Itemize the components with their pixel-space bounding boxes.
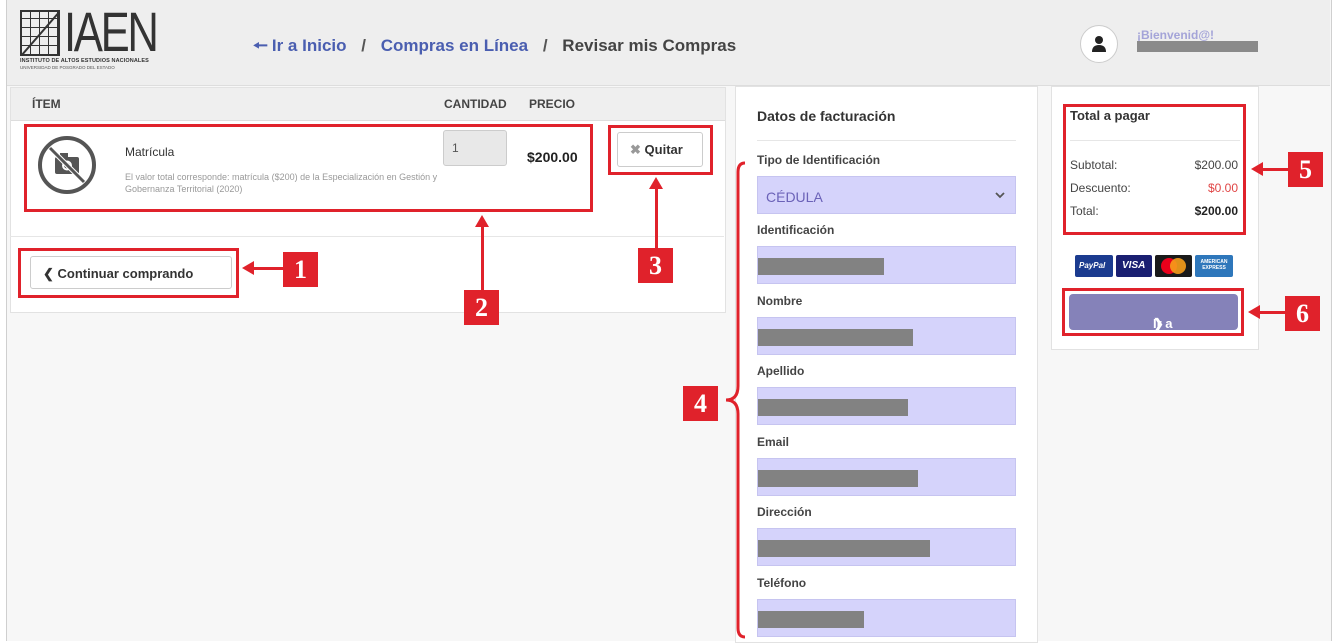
annotation-arrow bbox=[481, 226, 484, 290]
annotation-badge-4: 4 bbox=[683, 386, 718, 421]
cart-table-header: ÍTEM CANTIDAD PRECIO bbox=[11, 88, 725, 121]
col-quantity: CANTIDAD bbox=[444, 97, 507, 111]
redacted-value bbox=[758, 611, 864, 628]
redacted-value bbox=[758, 540, 930, 557]
highlight-continue-shopping bbox=[18, 248, 239, 298]
annotation-badge-1: 1 bbox=[283, 252, 318, 287]
email-label: Email bbox=[757, 435, 790, 449]
chevron-down-icon bbox=[995, 192, 1005, 199]
annotation-badge-3: 3 bbox=[638, 248, 673, 283]
annotation-brace bbox=[725, 161, 746, 639]
logo-word: IAEN bbox=[64, 0, 159, 63]
name-field[interactable] bbox=[757, 317, 1016, 355]
visa-icon: VISA bbox=[1116, 255, 1152, 277]
id-type-label: Tipo de Identificación bbox=[757, 153, 881, 167]
welcome-text: ¡Bienvenid@! bbox=[1137, 28, 1215, 42]
annotation-arrow bbox=[253, 267, 283, 270]
col-item: ÍTEM bbox=[32, 97, 61, 111]
email-field[interactable] bbox=[757, 458, 1016, 496]
redacted-value bbox=[758, 258, 884, 275]
redacted-value bbox=[758, 329, 913, 346]
highlight-totals bbox=[1063, 104, 1246, 235]
arrow-head-icon bbox=[475, 215, 489, 227]
billing-divider bbox=[757, 140, 1016, 141]
breadcrumb-current: Revisar mis Compras bbox=[562, 36, 737, 55]
address-label: Dirección bbox=[757, 505, 812, 519]
mastercard-icon bbox=[1155, 255, 1192, 277]
id-type-select[interactable]: CÉDULA bbox=[757, 176, 1016, 214]
arrow-left-icon: 🠔 bbox=[253, 36, 268, 55]
lastname-label: Apellido bbox=[757, 364, 805, 378]
breadcrumb-shop-link[interactable]: Compras en Línea bbox=[381, 36, 528, 55]
logo-diagonal bbox=[20, 10, 60, 56]
logo-subtitle: INSTITUTO DE ALTOS ESTUDIOS NACIONALES bbox=[20, 58, 149, 64]
arrow-head-icon bbox=[649, 177, 663, 189]
address-field[interactable] bbox=[757, 528, 1016, 566]
iaen-logo[interactable]: IAEN INSTITUTO DE ALTOS ESTUDIOS NACIONA… bbox=[20, 4, 180, 78]
annotation-badge-5: 5 bbox=[1288, 152, 1323, 187]
breadcrumb-home-link[interactable]: 🠔 Ir a Inicio bbox=[253, 36, 347, 55]
col-price: PRECIO bbox=[529, 97, 576, 111]
annotation-badge-6: 6 bbox=[1285, 296, 1320, 331]
paypal-icon: PayPal bbox=[1075, 255, 1113, 277]
breadcrumb-home-label: Ir a Inicio bbox=[271, 36, 347, 55]
redacted-value bbox=[758, 470, 918, 487]
highlight-pay-button bbox=[1062, 288, 1244, 336]
amex-icon: AMERICAN EXPRESS bbox=[1195, 255, 1233, 277]
phone-field[interactable] bbox=[757, 599, 1016, 637]
redacted-value bbox=[758, 399, 908, 416]
breadcrumb: 🠔 Ir a Inicio / Compras en Línea / Revisa… bbox=[253, 33, 736, 62]
highlight-remove-button bbox=[608, 125, 713, 175]
phone-label: Teléfono bbox=[757, 576, 807, 590]
id-label: Identificación bbox=[757, 223, 835, 237]
logo-subtitle-2: UNIVERSIDAD DE POSGRADO DEL ESTADO bbox=[20, 65, 115, 70]
lastname-field[interactable] bbox=[757, 387, 1016, 425]
billing-title: Datos de facturación bbox=[757, 108, 896, 124]
annotation-arrow bbox=[1262, 168, 1288, 171]
highlight-cart-item bbox=[24, 124, 593, 212]
name-label: Nombre bbox=[757, 294, 803, 308]
arrow-head-icon bbox=[242, 261, 254, 275]
annotation-arrow bbox=[1259, 311, 1285, 314]
user-avatar[interactable] bbox=[1080, 25, 1118, 63]
id-type-value: CÉDULA bbox=[766, 189, 823, 205]
cart-divider bbox=[10, 236, 724, 237]
arrow-head-icon bbox=[1251, 162, 1263, 176]
redacted-username bbox=[1137, 41, 1258, 52]
annotation-arrow bbox=[655, 188, 658, 248]
breadcrumb-separator: / bbox=[542, 36, 548, 55]
arrow-head-icon bbox=[1248, 305, 1260, 319]
annotation-badge-2: 2 bbox=[464, 290, 499, 325]
user-icon bbox=[1092, 36, 1106, 52]
breadcrumb-separator: / bbox=[361, 36, 366, 55]
id-field[interactable] bbox=[757, 246, 1016, 284]
